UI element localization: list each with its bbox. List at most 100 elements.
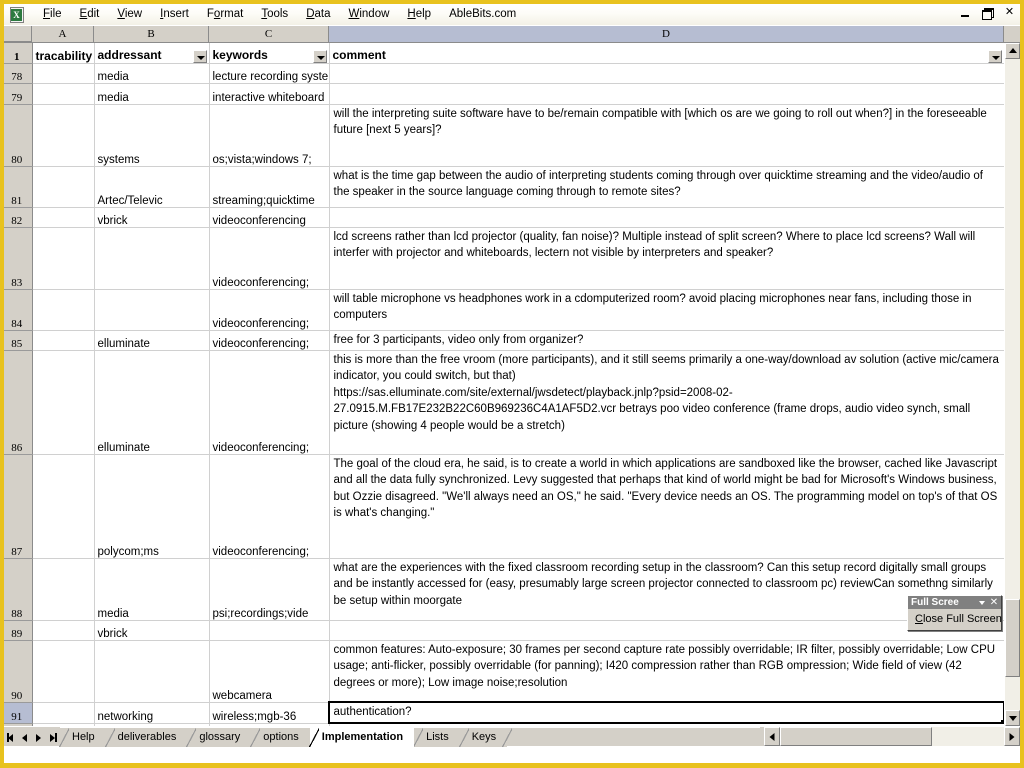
vertical-scrollbar[interactable] <box>1004 43 1020 726</box>
cell-c86[interactable]: videoconferencing; <box>209 350 330 455</box>
cell-d90[interactable]: common features: Auto-exposure; 30 frame… <box>329 640 1004 703</box>
cell-a1[interactable]: tracability <box>32 43 95 64</box>
cell-d84[interactable]: will table microphone vs headphones work… <box>329 289 1004 331</box>
row-header[interactable]: 82 <box>4 207 33 228</box>
column-header-c[interactable]: C <box>209 26 329 42</box>
row-header[interactable]: 81 <box>4 166 33 208</box>
row-header[interactable]: 89 <box>4 620 33 641</box>
cell-b79[interactable]: media <box>94 83 210 105</box>
scroll-right-button[interactable] <box>1004 727 1020 746</box>
menu-item-insert[interactable]: Insert <box>151 6 198 23</box>
cell-b80[interactable]: systems <box>94 104 210 167</box>
cell-b87[interactable]: polycom;ms <box>94 454 210 559</box>
fullscreen-toolbar[interactable]: Full Scree ✕ Close Full Screen <box>907 595 1002 631</box>
cell-c87[interactable]: videoconferencing; <box>209 454 330 559</box>
cell-b83[interactable] <box>94 227 210 290</box>
cell-d79[interactable] <box>329 83 1004 105</box>
cell-a85[interactable] <box>32 330 95 351</box>
cell-a82[interactable] <box>32 207 95 228</box>
cell-a84[interactable] <box>32 289 95 331</box>
cell-a89[interactable] <box>32 620 95 641</box>
menu-item-tools[interactable]: Tools <box>252 6 297 23</box>
cell-c83[interactable]: videoconferencing; <box>209 227 330 290</box>
cell-a81[interactable] <box>32 166 95 208</box>
cell-a78[interactable] <box>32 63 95 84</box>
cell-d91[interactable]: authentication? <box>328 701 1004 724</box>
sheet-tab-deliverables[interactable]: deliverables <box>104 727 188 747</box>
autofilter-button-b[interactable] <box>192 49 207 62</box>
last-sheet-button[interactable] <box>45 729 58 744</box>
cell-c90[interactable]: webcamera <box>209 640 330 703</box>
cell-b90[interactable] <box>94 640 210 703</box>
next-sheet-button[interactable] <box>32 729 45 744</box>
cell-d78[interactable] <box>329 63 1004 84</box>
close-full-screen-button[interactable]: Close Full Screen <box>913 612 1002 626</box>
cell-a87[interactable] <box>32 454 95 559</box>
row-header[interactable]: 1 <box>4 43 33 64</box>
scroll-down-button[interactable] <box>1005 710 1020 726</box>
row-header[interactable]: 92 <box>4 723 33 726</box>
cell-c78[interactable]: lecture recording system <box>209 63 330 84</box>
cell-d83[interactable]: lcd screens rather than lcd projector (q… <box>329 227 1004 290</box>
sheet-tab-options[interactable]: options <box>250 727 310 747</box>
sheet-tab-implementation[interactable]: Implementation <box>308 727 415 747</box>
cell-d85[interactable]: free for 3 participants, video only from… <box>329 330 1004 351</box>
cell-b81[interactable]: Artec/Televic <box>94 166 210 208</box>
cell-a90[interactable] <box>32 640 95 703</box>
cell-a80[interactable] <box>32 104 95 167</box>
cell-b88[interactable]: media <box>94 558 210 621</box>
menu-item-format[interactable]: Format <box>198 6 252 23</box>
row-header[interactable]: 86 <box>4 350 33 455</box>
cell-b92[interactable]: networking <box>94 723 210 726</box>
sheet-tab-help[interactable]: Help <box>59 727 106 747</box>
cell-d92[interactable]: hardware? <box>329 723 1004 726</box>
cell-a83[interactable] <box>32 227 95 290</box>
cell-b85[interactable]: elluminate <box>94 330 210 351</box>
horizontal-scrollbar[interactable] <box>764 727 1020 746</box>
row-header[interactable]: 90 <box>4 640 33 703</box>
sheet-tab-lists[interactable]: Lists <box>413 727 460 747</box>
row-header[interactable]: 80 <box>4 104 33 167</box>
sheet-tab-keys[interactable]: Keys <box>458 727 513 747</box>
cell-a88[interactable] <box>32 558 95 621</box>
cell-d82[interactable] <box>329 207 1004 228</box>
cell-d81[interactable]: what is the time gap between the audio o… <box>329 166 1004 208</box>
menu-item-view[interactable]: View <box>108 6 151 23</box>
cell-b89[interactable]: vbrick <box>94 620 210 641</box>
close-icon[interactable]: ✕ <box>989 597 999 608</box>
column-header-a[interactable]: A <box>32 26 94 42</box>
cell-c92[interactable]: wireless;mgb-36 <box>209 723 330 726</box>
chevron-down-icon[interactable] <box>978 597 987 608</box>
cell-d80[interactable]: will the interpreting suite software hav… <box>329 104 1004 167</box>
menu-item-edit[interactable]: Edit <box>71 6 109 23</box>
cell-a86[interactable] <box>32 350 95 455</box>
cell-d87[interactable]: The goal of the cloud era, he said, is t… <box>329 454 1004 559</box>
cell-a92[interactable] <box>32 723 95 726</box>
minimize-button[interactable] <box>959 6 972 19</box>
close-button[interactable]: ✕ <box>1003 6 1016 19</box>
previous-sheet-button[interactable] <box>19 729 32 744</box>
cell-c1[interactable]: keywords <box>209 43 330 64</box>
cell-b86[interactable]: elluminate <box>94 350 210 455</box>
scroll-up-button[interactable] <box>1005 43 1020 59</box>
cell-d1[interactable]: comment <box>329 43 1004 64</box>
cell-b91[interactable]: networking <box>94 702 210 724</box>
cell-a91[interactable] <box>32 702 95 724</box>
row-header[interactable]: 85 <box>4 330 33 351</box>
select-all-corner[interactable] <box>4 26 32 42</box>
cell-c85[interactable]: videoconferencing; <box>209 330 330 351</box>
horizontal-scroll-track[interactable] <box>780 727 1004 746</box>
autofilter-button-d[interactable] <box>987 49 1002 62</box>
cell-d86[interactable]: this is more than the free vroom (more p… <box>329 350 1004 455</box>
row-header[interactable]: 79 <box>4 83 33 105</box>
vertical-scroll-track[interactable] <box>1005 59 1020 710</box>
cell-c89[interactable] <box>209 620 330 641</box>
menu-item-ablebits[interactable]: AbleBits.com <box>440 6 525 23</box>
autofilter-button-c[interactable] <box>312 49 327 62</box>
cell-c91[interactable]: wireless;mgb-36 <box>209 702 330 724</box>
row-header[interactable]: 87 <box>4 454 33 559</box>
row-header[interactable]: 88 <box>4 558 33 621</box>
cell-a79[interactable] <box>32 83 95 105</box>
cell-c79[interactable]: interactive whiteboard <box>209 83 330 105</box>
cell-b84[interactable] <box>94 289 210 331</box>
